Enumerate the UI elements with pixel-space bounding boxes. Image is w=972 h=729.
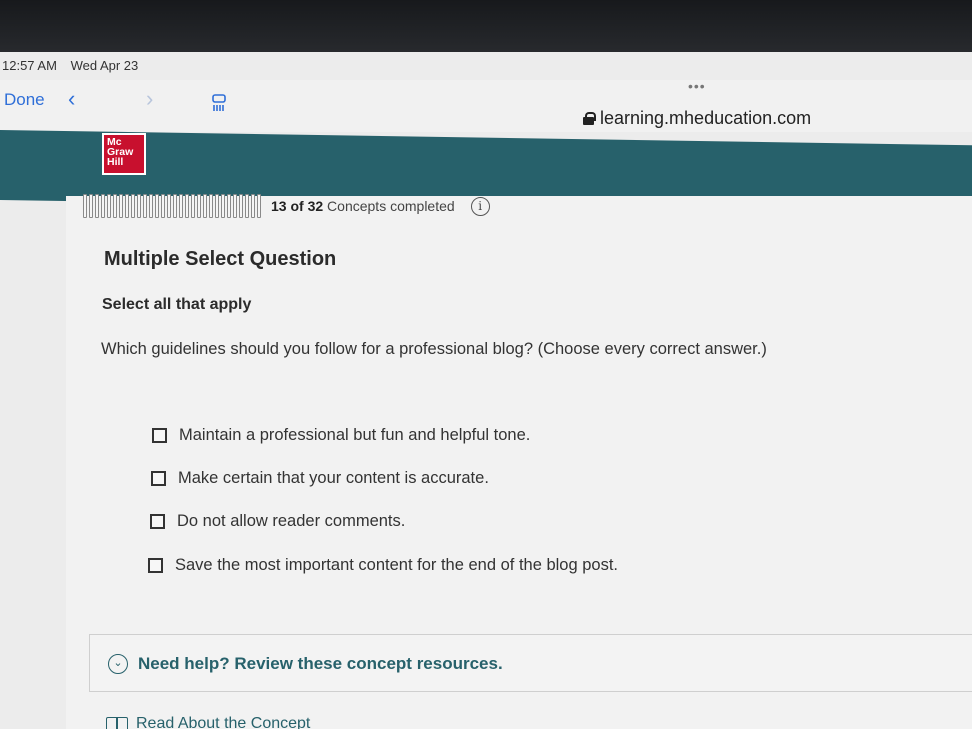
progress-segment <box>95 194 99 218</box>
read-concept-label: Read About the Concept <box>136 715 311 729</box>
progress-segment <box>197 194 201 218</box>
progress-segment <box>149 194 153 218</box>
help-label: Need help? Review these concept resource… <box>138 654 503 673</box>
help-toggle[interactable]: ⌄ Need help? Review these concept resour… <box>108 654 503 674</box>
checkbox[interactable] <box>150 514 165 529</box>
menu-dots-icon[interactable]: ••• <box>688 78 706 94</box>
choice-label: Save the most important content for the … <box>175 556 619 574</box>
question-prompt: Which guidelines should you follow for a… <box>101 340 767 358</box>
progress-segment <box>227 194 231 218</box>
progress-suffix: Concepts completed <box>327 198 455 214</box>
checkbox[interactable] <box>151 471 166 486</box>
progress-segment <box>143 194 147 218</box>
progress-segment <box>101 194 105 218</box>
choice-3[interactable]: Do not allow reader comments. <box>150 512 405 531</box>
question-instruction: Select all that apply <box>102 296 252 313</box>
progress-segment <box>131 194 135 218</box>
progress-segment <box>113 194 117 218</box>
progress-total: 32 <box>307 198 324 214</box>
progress-segment <box>173 194 177 218</box>
progress-segment <box>89 194 93 218</box>
chevron-down-icon[interactable]: ⌄ <box>108 654 128 674</box>
progress-text: 13 of 32 Concepts completed <box>271 198 455 214</box>
progress-segment <box>233 194 237 218</box>
progress-segment <box>203 194 207 218</box>
url-bar[interactable]: learning.mheducation.com <box>583 108 811 129</box>
checkbox[interactable] <box>148 558 163 573</box>
progress-segment <box>167 194 171 218</box>
progress-segment <box>245 194 249 218</box>
progress-segment <box>257 194 261 218</box>
progress-segment <box>191 194 195 218</box>
progress-segment <box>137 194 141 218</box>
chevron-left-icon[interactable]: ‹ <box>68 86 75 112</box>
progress-segment <box>125 194 129 218</box>
progress-segment <box>161 194 165 218</box>
lock-icon <box>583 112 596 125</box>
progress-segment <box>119 194 123 218</box>
device-bezel <box>0 0 972 60</box>
done-button[interactable]: Done <box>4 90 45 110</box>
book-icon <box>106 717 128 729</box>
progress-segment <box>155 194 159 218</box>
progress-segment <box>83 194 87 218</box>
progress-row: 13 of 32 Concepts completed i <box>83 194 490 218</box>
status-bar: 12:57 AM Wed Apr 23 <box>2 58 148 73</box>
tabs-icon[interactable] <box>211 94 227 112</box>
progress-bar <box>83 194 261 218</box>
progress-completed: 13 <box>271 198 287 214</box>
progress-segment <box>209 194 213 218</box>
progress-segment <box>107 194 111 218</box>
mcgraw-hill-logo[interactable]: Mc Graw Hill <box>102 133 146 175</box>
url-text: learning.mheducation.com <box>600 108 812 128</box>
choice-1[interactable]: Maintain a professional but fun and help… <box>152 426 530 445</box>
progress-segment <box>251 194 255 218</box>
question-type: Multiple Select Question <box>104 248 337 270</box>
progress-segment <box>239 194 243 218</box>
status-time: 12:57 AM <box>2 58 57 73</box>
read-concept-link[interactable]: Read About the Concept <box>106 715 310 729</box>
choice-label: Do not allow reader comments. <box>177 512 406 530</box>
info-icon[interactable]: i <box>470 196 490 216</box>
progress-segment <box>185 194 189 218</box>
choice-label: Maintain a professional but fun and help… <box>179 426 531 444</box>
progress-segment <box>221 194 225 218</box>
choice-2[interactable]: Make certain that your content is accura… <box>151 469 489 488</box>
status-date: Wed Apr 23 <box>70 58 139 73</box>
choice-4[interactable]: Save the most important content for the … <box>148 556 618 575</box>
progress-segment <box>179 194 183 218</box>
checkbox[interactable] <box>152 428 167 443</box>
progress-of: of <box>290 198 304 214</box>
chevron-right-icon[interactable]: › <box>146 86 153 112</box>
progress-segment <box>215 194 219 218</box>
choice-label: Make certain that your content is accura… <box>178 469 489 487</box>
